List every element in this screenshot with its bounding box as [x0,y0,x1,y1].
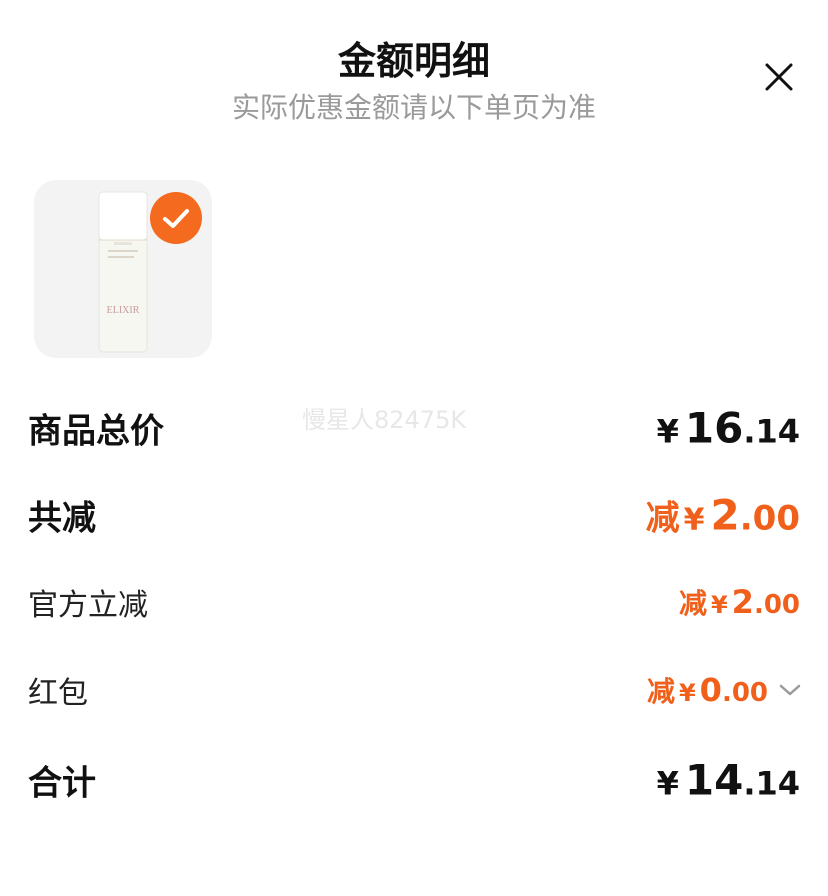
official-reduce-amount: 减 ¥ 2 .00 [679,582,800,622]
sum-row: 合计 ¥ 14 .14 [28,750,800,810]
yen-symbol: ¥ [710,591,728,619]
total-price-label: 商品总价 [28,411,164,452]
official-reduce-row: 官方立减 减 ¥ 2 .00 [28,572,800,632]
yen-symbol: ¥ [656,764,679,803]
total-price-int: 16 [684,403,744,453]
chevron-down-icon[interactable] [778,680,802,700]
total-reduce-dec: .00 [739,498,800,539]
official-reduce-dec: .00 [753,590,800,620]
sum-amount: ¥ 14 .14 [657,756,800,805]
reduce-prefix: 减 [678,587,707,620]
official-reduce-label: 官方立减 [28,588,148,623]
total-reduce-int: 2 [710,490,740,540]
total-reduce-row: 共减 减 ¥ 2 .00 [28,485,800,545]
sum-int: 14 [684,755,744,805]
yen-symbol: ¥ [656,412,679,451]
total-reduce-label: 共减 [28,498,96,539]
reduce-prefix: 减 [646,675,675,708]
sum-dec: .14 [743,764,800,803]
red-packet-dec: .00 [721,678,768,708]
close-icon[interactable] [756,54,802,100]
red-packet-label: 红包 [28,676,88,711]
reduce-prefix: 减 [645,498,680,539]
check-icon[interactable] [150,192,202,244]
page-title: 金额明细 [337,39,490,83]
yen-symbol: ¥ [683,502,705,538]
red-packet-int: 0 [699,671,722,709]
yen-symbol: ¥ [678,679,696,707]
total-price-row: 商品总价 ¥ 16 .14 [28,398,800,458]
official-reduce-int: 2 [731,583,754,621]
sum-label: 合计 [28,763,96,804]
page-subtitle: 实际优惠金额请以下单页为准 [231,91,596,124]
total-price-dec: .14 [743,412,800,451]
red-packet-amount: 减 ¥ 0 .00 [647,670,768,710]
total-reduce-amount: 减 ¥ 2 .00 [646,491,800,540]
total-price-amount: ¥ 16 .14 [657,404,800,453]
amount-detail-header: 金额明细 实际优惠金额请以下单页为准 [0,0,828,140]
brand-text: ELIXIR [107,305,140,316]
red-packet-row[interactable]: 红包 减 ¥ 0 .00 [28,660,800,720]
